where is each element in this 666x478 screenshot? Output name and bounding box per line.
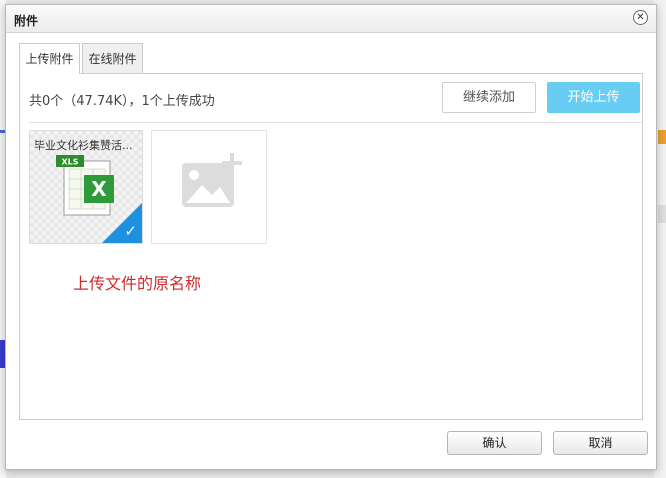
start-upload-button[interactable]: 开始上传	[547, 82, 640, 113]
add-file-card[interactable]	[151, 130, 267, 244]
svg-text:XLS: XLS	[61, 158, 78, 167]
tab-upload-attachment[interactable]: 上传附件	[19, 43, 80, 74]
tab-online-attachment[interactable]: 在线附件	[82, 43, 143, 73]
upload-summary: 共0个（47.74K），1个上传成功	[29, 94, 215, 109]
background-fragment	[658, 130, 666, 144]
add-image-icon	[182, 153, 242, 207]
confirm-button[interactable]: 确认	[447, 431, 542, 455]
upload-panel: 共0个（47.74K），1个上传成功 继续添加 开始上传 毕业文化衫集赞活...…	[19, 73, 643, 420]
continue-add-button[interactable]: 继续添加	[442, 82, 536, 113]
close-icon[interactable]: ✕	[633, 10, 648, 25]
uploaded-file-card[interactable]: 毕业文化衫集赞活... XLS X ✓	[29, 130, 143, 244]
dialog-title: 附件	[14, 14, 39, 28]
check-icon: ✓	[124, 222, 137, 240]
dialog-titlebar: 附件 ✕	[6, 5, 656, 33]
annotation-original-filename: 上传文件的原名称	[73, 274, 202, 293]
background-fragment	[658, 205, 666, 223]
panel-divider	[29, 122, 642, 123]
attachment-dialog: 附件 ✕ 上传附件 在线附件 共0个（47.74K），1个上传成功 继续添加 开…	[5, 4, 657, 470]
file-name: 毕业文化衫集赞活...	[34, 139, 133, 152]
svg-text:X: X	[91, 177, 107, 201]
cancel-button[interactable]: 取消	[553, 431, 648, 455]
